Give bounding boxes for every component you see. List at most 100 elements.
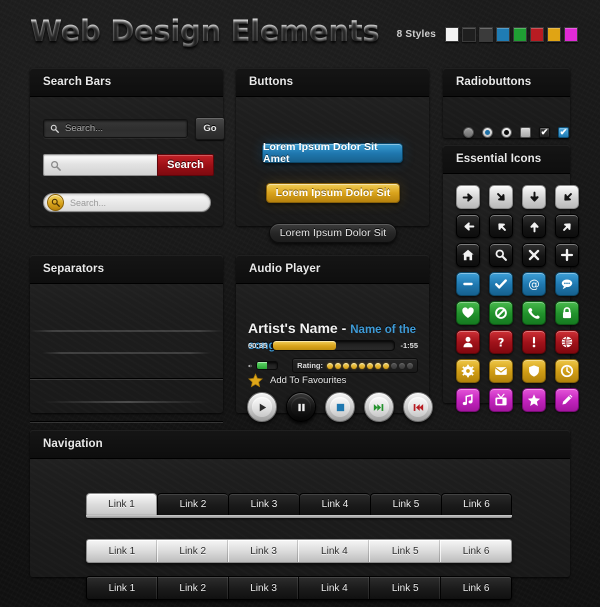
style-swatch-1[interactable] xyxy=(445,27,459,42)
user-icon[interactable] xyxy=(456,330,480,354)
add-to-favourites-row[interactable]: Add To Favourites xyxy=(248,373,346,388)
pause-button[interactable] xyxy=(286,392,316,422)
shield-icon[interactable] xyxy=(522,359,546,383)
style-swatch-5[interactable] xyxy=(513,27,527,42)
rating-dot-7[interactable] xyxy=(375,362,381,369)
nav-tab-3[interactable]: Link 3 xyxy=(228,493,299,515)
checkbox-unchecked[interactable] xyxy=(520,127,531,138)
volume-icon[interactable] xyxy=(248,361,252,371)
minus-icon[interactable] xyxy=(456,272,480,296)
nav-tab-5[interactable]: Link 5 xyxy=(370,493,441,515)
icon-grid: @? xyxy=(456,185,579,412)
play-icon xyxy=(252,397,272,417)
radio-selected-black[interactable] xyxy=(501,127,512,138)
check-icon[interactable] xyxy=(489,272,513,296)
rating-control[interactable]: Rating: xyxy=(292,358,418,373)
volume-slider[interactable] xyxy=(255,361,279,370)
transport-controls xyxy=(247,392,433,422)
phone-icon[interactable] xyxy=(522,301,546,325)
play-button[interactable] xyxy=(247,392,277,422)
gear-icon[interactable] xyxy=(456,359,480,383)
nav-light-item-2[interactable]: Link 2 xyxy=(158,540,229,562)
rating-dot-8[interactable] xyxy=(383,362,389,369)
arrow-right-icon[interactable] xyxy=(456,185,480,209)
heart-icon[interactable] xyxy=(456,301,480,325)
rating-dot-5[interactable] xyxy=(359,362,365,369)
button-blue[interactable]: Lorem Ipsum Dolor Sit Amet xyxy=(262,141,403,165)
search-submit-button[interactable]: Search xyxy=(157,154,214,176)
style-swatch-8[interactable] xyxy=(564,27,578,42)
style-swatch-4[interactable] xyxy=(496,27,510,42)
checkbox-checked-dark[interactable]: ✔ xyxy=(539,127,550,138)
search-input-light[interactable] xyxy=(43,154,157,176)
lock-icon[interactable] xyxy=(555,301,579,325)
home-icon[interactable] xyxy=(456,243,480,267)
rating-dot-11[interactable] xyxy=(407,362,413,369)
rating-dot-9[interactable] xyxy=(391,362,397,369)
star-icon[interactable] xyxy=(522,388,546,412)
style-swatch-3[interactable] xyxy=(479,27,493,42)
nav-light-item-4[interactable]: Link 4 xyxy=(299,540,371,562)
rating-dot-6[interactable] xyxy=(367,362,373,369)
rating-dot-10[interactable] xyxy=(399,362,405,369)
nav-light-item-1[interactable]: Link 1 xyxy=(87,540,158,562)
arrow-up-right-icon[interactable] xyxy=(555,214,579,238)
nav-dark-item-1[interactable]: Link 1 xyxy=(87,577,158,599)
nav-dark-item-3[interactable]: Link 3 xyxy=(229,577,300,599)
arrow-left-icon[interactable] xyxy=(456,214,480,238)
rating-dot-4[interactable] xyxy=(351,362,357,369)
arrow-down-icon[interactable] xyxy=(522,185,546,209)
nav-light-item-5[interactable]: Link 5 xyxy=(370,540,442,562)
pencil-icon[interactable] xyxy=(555,388,579,412)
nav-tab-4[interactable]: Link 4 xyxy=(299,493,370,515)
nav-tab-6[interactable]: Link 6 xyxy=(441,493,512,515)
rating-dot-1[interactable] xyxy=(327,362,333,369)
nav-dark-item-5[interactable]: Link 5 xyxy=(370,577,442,599)
arrow-up-icon[interactable] xyxy=(522,214,546,238)
button-dark[interactable]: Lorem Ipsum Dolor Sit xyxy=(269,223,397,243)
nav-light-item-3[interactable]: Link 3 xyxy=(229,540,300,562)
search-go-button[interactable]: Go xyxy=(195,117,225,140)
nav-dark-item-4[interactable]: Link 4 xyxy=(299,577,371,599)
next-button[interactable] xyxy=(364,392,394,422)
arrow-down-right-icon[interactable] xyxy=(489,185,513,209)
search-icon[interactable] xyxy=(489,243,513,267)
search-input-rounded[interactable]: Search... xyxy=(43,193,211,212)
nav-light-item-6[interactable]: Link 6 xyxy=(441,540,511,562)
question-mark-icon[interactable]: ? xyxy=(489,330,513,354)
rating-dot-3[interactable] xyxy=(343,362,349,369)
search-input-dark[interactable]: Search... xyxy=(43,119,188,138)
radio-selected-blue[interactable] xyxy=(482,127,493,138)
chat-bubble-icon[interactable] xyxy=(555,272,579,296)
stop-button[interactable] xyxy=(325,392,355,422)
rating-dots[interactable] xyxy=(327,362,413,369)
progress-slider[interactable] xyxy=(272,340,396,351)
music-note-icon[interactable] xyxy=(456,388,480,412)
plus-icon[interactable] xyxy=(555,243,579,267)
radio-unselected[interactable] xyxy=(463,127,474,138)
search-icon-badge[interactable] xyxy=(47,194,64,211)
arrow-up-left-icon[interactable] xyxy=(489,214,513,238)
nav-tab-1[interactable]: Link 1 xyxy=(86,493,157,515)
checkbox-checked-blue[interactable]: ✔ xyxy=(558,127,569,138)
globe-icon[interactable] xyxy=(555,330,579,354)
clock-icon[interactable] xyxy=(555,359,579,383)
nav-dark-item-2[interactable]: Link 2 xyxy=(158,577,229,599)
tv-icon[interactable] xyxy=(489,388,513,412)
forbidden-icon[interactable] xyxy=(489,301,513,325)
panel-audio-player: Audio Player Artist's Name - Name of the … xyxy=(236,255,433,422)
button-gold[interactable]: Lorem Ipsum Dolor Sit xyxy=(266,183,400,203)
nav-tab-2[interactable]: Link 2 xyxy=(157,493,228,515)
exclamation-mark-icon[interactable] xyxy=(522,330,546,354)
previous-button[interactable] xyxy=(403,392,433,422)
at-icon[interactable]: @ xyxy=(522,272,546,296)
rating-dot-2[interactable] xyxy=(335,362,341,369)
nav-dark-item-6[interactable]: Link 6 xyxy=(441,577,511,599)
arrow-down-left-icon[interactable] xyxy=(555,185,579,209)
style-swatch-6[interactable] xyxy=(530,27,544,42)
style-swatch-2[interactable] xyxy=(462,27,476,42)
mail-icon[interactable] xyxy=(489,359,513,383)
close-icon[interactable] xyxy=(522,243,546,267)
style-swatch-7[interactable] xyxy=(547,27,561,42)
search-input-rounded-placeholder: Search... xyxy=(70,197,107,208)
